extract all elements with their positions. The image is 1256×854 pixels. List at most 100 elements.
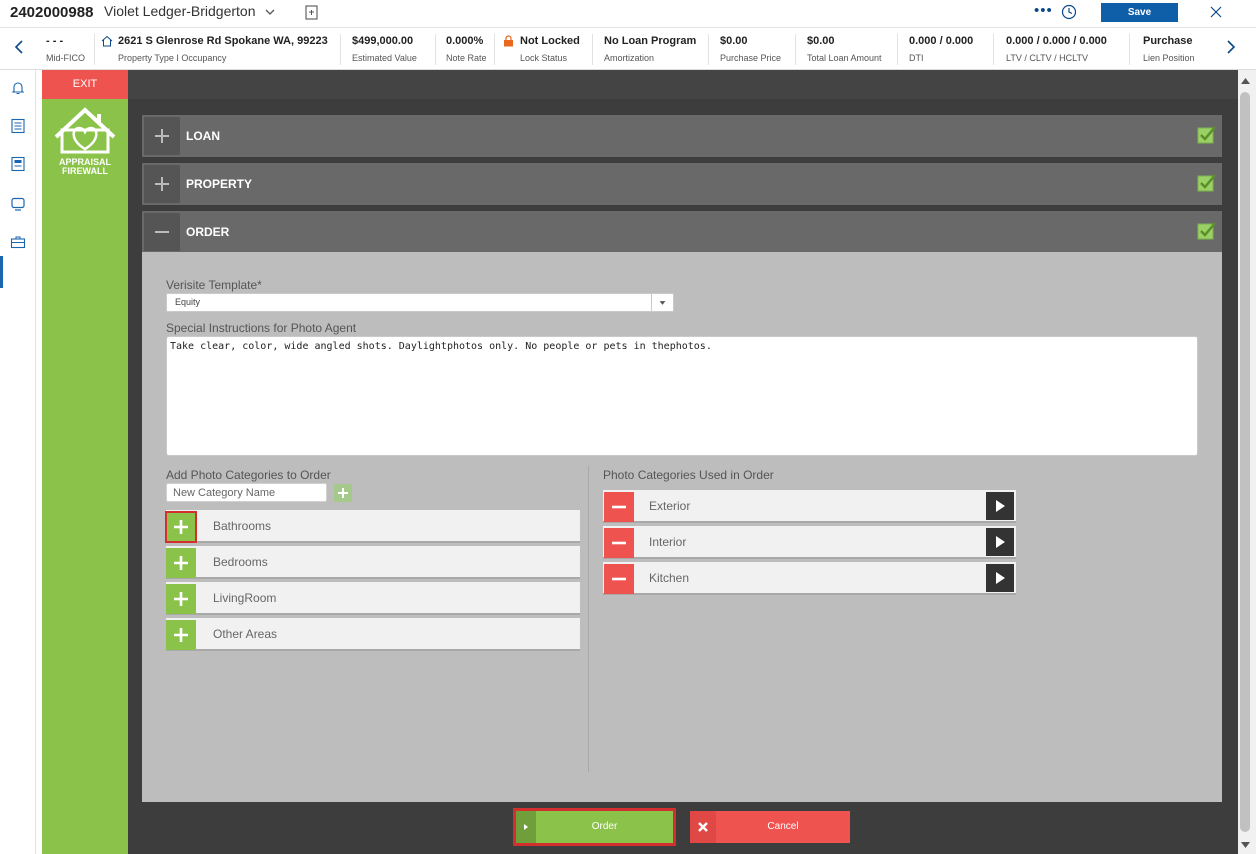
plus-icon <box>338 488 348 498</box>
divider <box>494 34 495 65</box>
minus-icon <box>612 541 626 545</box>
list-item: Other Areas <box>166 618 580 651</box>
add-category-button[interactable] <box>166 584 196 614</box>
remove-category-button[interactable] <box>604 528 634 558</box>
template-value: Equity <box>175 297 201 307</box>
scroll-up-icon[interactable] <box>1241 78 1250 84</box>
checkbox-checked-icon <box>1197 174 1216 192</box>
info-field-lock-status[interactable]: Not Locked Lock Status <box>520 35 586 65</box>
order-button[interactable]: Order <box>513 808 676 846</box>
order-button-lead <box>516 811 536 843</box>
app-window: 2402000988 Violet Ledger-Bridgerton ••• … <box>0 0 1256 854</box>
category-name: Bedrooms <box>213 555 268 569</box>
category-name: Interior <box>649 535 687 549</box>
order-button-label: Order <box>591 821 618 832</box>
template-select[interactable]: Equity <box>166 293 674 312</box>
section-order[interactable]: ORDER <box>142 211 1222 253</box>
info-field-dti: 0.000 / 0.000 DTI <box>909 35 974 63</box>
remove-category-button[interactable] <box>604 564 634 594</box>
exit-button[interactable]: EXIT <box>42 70 128 99</box>
checkbox-checked-icon <box>1197 222 1216 240</box>
list-icon[interactable] <box>10 118 26 134</box>
section-title: ORDER <box>186 225 230 239</box>
section-title: LOAN <box>186 129 220 143</box>
top-bar: 2402000988 Violet Ledger-Bridgerton ••• … <box>0 0 1256 28</box>
checkbox-checked-icon <box>1197 126 1216 144</box>
monitor-icon[interactable] <box>10 196 26 212</box>
briefcase-icon[interactable] <box>10 234 26 250</box>
divider <box>94 34 95 65</box>
divider <box>993 34 994 65</box>
minus-icon <box>155 231 169 233</box>
add-categories-label: Add Photo Categories to Order <box>166 468 331 482</box>
cancel-button-lead <box>690 811 716 843</box>
plus-icon <box>174 592 188 606</box>
cancel-button[interactable]: Cancel <box>690 811 850 843</box>
instructions-textarea[interactable]: Take clear, color, wide angled shots. Da… <box>166 336 1198 456</box>
plus-icon <box>174 628 188 642</box>
expand-button[interactable] <box>144 117 180 155</box>
divider <box>795 34 796 65</box>
new-category-input[interactable] <box>166 483 327 502</box>
loan-number: 2402000988 <box>10 4 94 21</box>
info-field-address[interactable]: 2621 S Glenrose Rd Spokane WA, 99223 Pro… <box>118 35 338 65</box>
vertical-scrollbar[interactable] <box>1238 70 1256 854</box>
frame-header-strip <box>128 70 1238 99</box>
info-field-lien-position: Purchase Lien Position <box>1143 35 1195 63</box>
scroll-down-icon[interactable] <box>1241 842 1250 848</box>
more-options-icon[interactable]: ••• <box>1034 2 1053 19</box>
save-button[interactable]: Save <box>1101 3 1178 22</box>
add-category-button[interactable] <box>165 511 197 543</box>
plus-icon <box>174 520 188 534</box>
list-item: Exterior <box>603 490 1016 523</box>
left-rail <box>0 70 36 854</box>
cancel-button-label: Cancel <box>767 821 799 832</box>
info-field-ltv: 0.000 / 0.000 / 0.000 LTV / CLTV / HCLTV <box>1006 35 1107 63</box>
collapse-button[interactable] <box>144 213 180 251</box>
info-field-loan-program: No Loan Program Amortization <box>604 35 697 63</box>
play-icon <box>524 824 528 830</box>
info-field-total-loan-amount: $0.00 Total Loan Amount <box>807 35 882 63</box>
remove-category-button[interactable] <box>604 492 634 522</box>
add-category-button[interactable] <box>166 548 196 578</box>
divider <box>340 34 341 65</box>
open-category-button[interactable] <box>986 492 1014 520</box>
category-name: Exterior <box>649 499 691 513</box>
close-icon <box>698 822 708 832</box>
minus-icon <box>612 577 626 581</box>
list-item: Interior <box>603 526 1016 559</box>
column-divider <box>588 466 589 772</box>
info-field-mid-fico: - - - Mid-FICO <box>46 35 85 63</box>
chevron-left-icon[interactable] <box>14 39 24 55</box>
document-icon[interactable] <box>305 5 318 20</box>
appraisal-firewall-logo: APPRAISAL FIREWALL <box>54 107 116 176</box>
info-field-estimated-value: $499,000.00 Estimated Value <box>352 35 417 63</box>
plus-icon <box>155 177 169 191</box>
section-loan[interactable]: LOAN <box>142 115 1222 157</box>
appraisal-sidebar <box>42 70 128 854</box>
info-field-purchase-price: $0.00 Purchase Price <box>720 35 782 63</box>
clock-icon[interactable] <box>1061 4 1077 20</box>
category-name: Kitchen <box>649 571 690 585</box>
expand-button[interactable] <box>144 165 180 203</box>
dropdown-arrow-icon[interactable] <box>651 294 673 311</box>
add-category-button[interactable] <box>166 620 196 650</box>
chevron-right-icon[interactable] <box>1226 39 1236 55</box>
list-item: Bathrooms <box>165 510 580 543</box>
add-new-category-button[interactable] <box>334 484 352 502</box>
home-icon <box>101 35 113 47</box>
open-category-button[interactable] <box>986 564 1014 592</box>
close-icon[interactable] <box>1210 6 1222 18</box>
form-icon[interactable] <box>10 156 26 172</box>
list-item: LivingRoom <box>166 582 580 615</box>
bell-icon[interactable] <box>10 80 26 96</box>
chevron-down-icon[interactable] <box>264 6 276 18</box>
loan-info-strip: - - - Mid-FICO 2621 S Glenrose Rd Spokan… <box>0 29 1256 70</box>
plus-icon <box>155 129 169 143</box>
section-property[interactable]: PROPERTY <box>142 163 1222 205</box>
divider <box>1129 34 1130 65</box>
info-field-note-rate: 0.000% Note Rate <box>446 35 487 63</box>
open-category-button[interactable] <box>986 528 1014 556</box>
borrower-name[interactable]: Violet Ledger-Bridgerton <box>104 3 256 19</box>
scrollbar-thumb[interactable] <box>1240 92 1250 832</box>
